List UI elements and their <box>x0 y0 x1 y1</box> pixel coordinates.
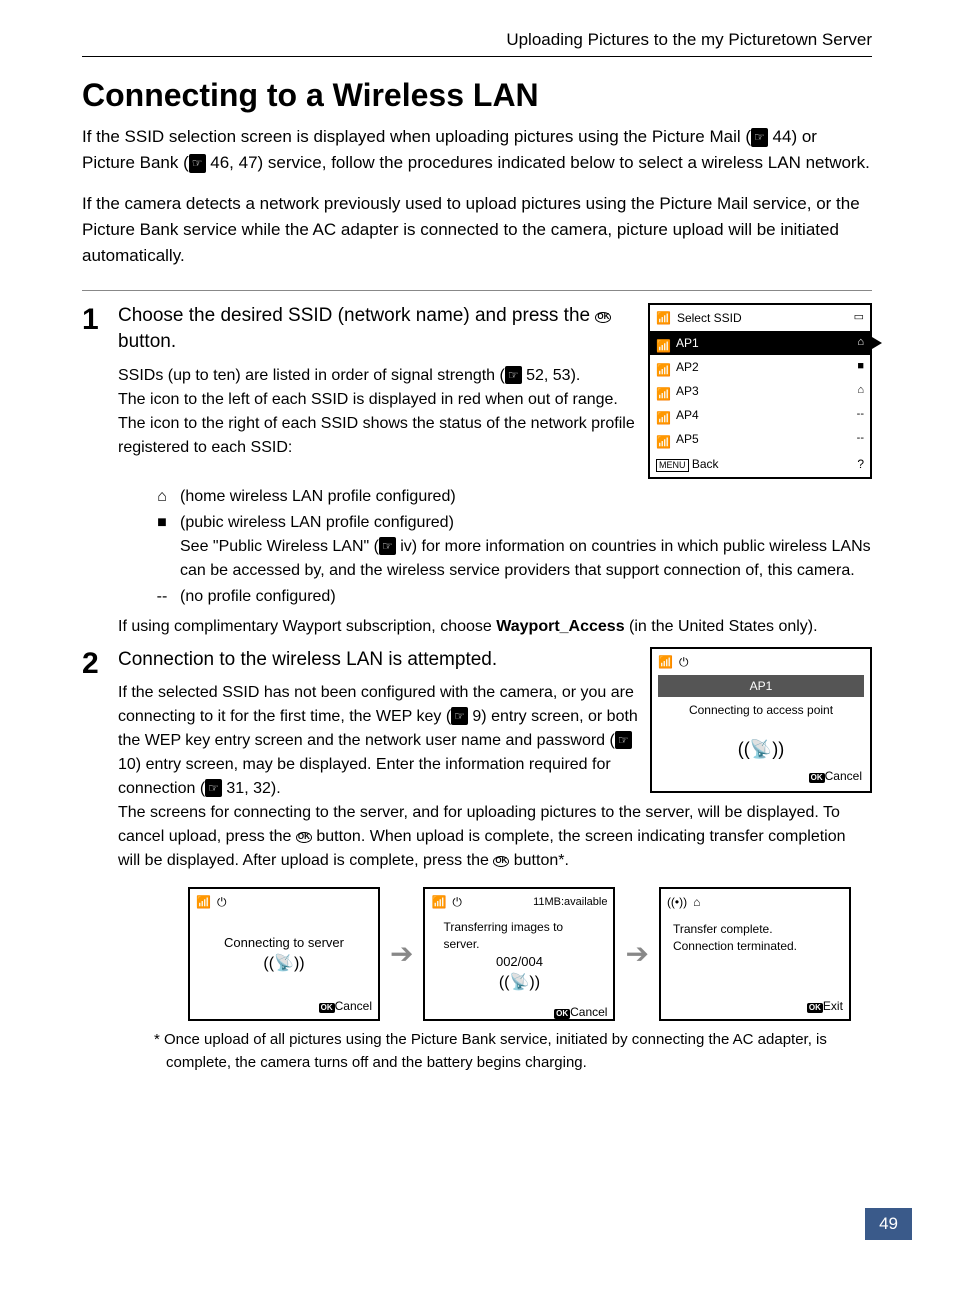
ssid-row: 📶 AP3 ⌂ <box>650 379 870 403</box>
signal-icon: 📶 <box>196 893 211 911</box>
ssid-name: AP1 <box>676 334 699 352</box>
ssid-row-selected: 📶 AP1 ⌂ <box>650 331 870 355</box>
transfer-message: Transferring images to server. <box>431 919 607 951</box>
wayport-ssid: Wayport_Access <box>496 618 624 635</box>
ok-button-icon: OK <box>807 1003 823 1013</box>
profile-icon-list: ⌂ (home wireless LAN profile configured)… <box>152 485 872 609</box>
complete-message-1: Transfer complete. <box>673 921 837 937</box>
signal-icon: 📶 <box>656 385 670 397</box>
section-header: Uploading Pictures to the my Picturetown… <box>82 30 872 50</box>
available-space: 11MB:available <box>533 894 607 911</box>
ap-label: AP1 <box>658 675 864 697</box>
select-ssid-screen: 📶 Select SSID ▭ 📶 AP1 ⌂ 📶 AP2 ■ <box>648 303 872 479</box>
battery-icon: ▭ <box>854 309 864 326</box>
wifi-icon: ((•)) <box>667 893 687 911</box>
wifi-antenna-icon: ((📡)) <box>196 952 372 980</box>
ok-button-icon: OK <box>595 312 611 323</box>
footnote: * Once upload of all pictures using the … <box>154 1029 872 1074</box>
complete-message-2: Connection terminated. <box>673 938 837 954</box>
menu-button-icon: MENU <box>656 459 689 472</box>
connecting-text: Connecting to access point <box>652 701 870 719</box>
signal-icon: 📶 <box>656 433 670 445</box>
list-item-text: (home wireless LAN profile configured) <box>180 485 872 509</box>
arrow-right-icon: ➔ <box>390 933 413 975</box>
back-label: Back <box>692 457 719 471</box>
step-note: If using complimentary Wayport subscript… <box>118 615 872 639</box>
ssid-row: 📶 AP2 ■ <box>650 355 870 379</box>
cancel-label: Cancel <box>570 1005 607 1019</box>
help-icon: ? <box>857 455 864 473</box>
connecting-server-screen: 📶 ⏻ Connecting to server ((📡)) OKCancel <box>188 887 380 1021</box>
separator <box>82 290 872 291</box>
ref-icon: ☞ <box>379 537 396 555</box>
power-icon: ⏻ <box>452 893 462 911</box>
ref-icon: ☞ <box>615 731 632 749</box>
step-number: 2 <box>82 647 118 1075</box>
signal-icon: 📶 <box>656 409 670 421</box>
step-2: 2 📶 ⏻ AP1 Connecting to access point ((📡… <box>82 647 872 1075</box>
complete-screen: ((•)) ⌂ Transfer complete. Connection ter… <box>659 887 851 1021</box>
ssid-name: AP3 <box>676 382 699 400</box>
ssid-name: AP5 <box>676 430 699 448</box>
header-rule <box>82 56 872 57</box>
wifi-antenna-icon: ((📡)) <box>652 736 870 767</box>
ok-button-icon: OK <box>296 832 312 843</box>
step-text: The screens for connecting to the server… <box>118 801 872 873</box>
ssid-name: AP4 <box>676 406 699 424</box>
ok-button-icon: OK <box>493 856 509 867</box>
ssid-row: 📶 AP5 -- <box>650 427 870 451</box>
signal-icon: 📶 <box>656 337 670 349</box>
ssid-row: 📶 AP4 -- <box>650 403 870 427</box>
intro-paragraph-1: If the SSID selection screen is displaye… <box>82 124 872 177</box>
wifi-icon: 📶 <box>656 309 671 327</box>
page-title: Connecting to a Wireless LAN <box>82 77 872 114</box>
ref-icon: ☞ <box>205 779 222 797</box>
ssid-status-icon: -- <box>857 430 864 447</box>
list-item-detail: See "Public Wireless LAN" (☞ iv) for mor… <box>180 535 872 583</box>
screen-message: Connecting to server <box>196 933 372 953</box>
ref-icon: ☞ <box>751 128 768 147</box>
transferring-screen: 📶 ⏻ 11MB:available Transferring images to … <box>423 887 615 1021</box>
transfer-count: 002/004 <box>431 952 607 972</box>
ssid-status-icon: ■ <box>857 358 864 375</box>
connecting-screen: 📶 ⏻ AP1 Connecting to access point ((📡))… <box>650 647 872 793</box>
ssid-status-icon: ⌂ <box>857 382 864 399</box>
ok-button-icon: OK <box>319 1003 335 1013</box>
cancel-label: Cancel <box>825 769 862 783</box>
page-number: 49 <box>865 1208 912 1240</box>
intro-paragraph-2: If the camera detects a network previous… <box>82 191 872 270</box>
ssid-status-icon: -- <box>857 406 864 423</box>
step-number: 1 <box>82 303 118 639</box>
wifi-antenna-icon: ((📡)) <box>431 971 607 999</box>
ref-icon: ☞ <box>189 154 206 173</box>
ssid-name: AP2 <box>676 358 699 376</box>
cancel-label: Cancel <box>335 999 372 1013</box>
power-icon: ⏻ <box>679 653 689 671</box>
signal-icon: 📶 <box>656 361 670 373</box>
ref-icon: ☞ <box>505 366 522 384</box>
ssid-status-icon: ⌂ <box>857 334 864 351</box>
signal-icon: 📶 <box>658 653 673 671</box>
power-icon: ⏻ <box>217 893 227 911</box>
signal-icon: 📶 <box>431 893 446 911</box>
ok-button-icon: OK <box>809 773 825 783</box>
home-icon: ⌂ <box>693 893 700 911</box>
list-item-text: (no profile configured) <box>180 585 872 609</box>
arrow-right-icon: ➔ <box>625 933 648 975</box>
ref-icon: ☞ <box>451 707 468 725</box>
upload-screens-row: 📶⏻ Connecting to server ((📡)) OKCancel ➔… <box>188 887 872 1021</box>
screen-title: Select SSID <box>677 309 742 327</box>
public-icon: ■ <box>152 511 172 583</box>
none-icon: -- <box>152 585 172 609</box>
step-1: 1 📶 Select SSID ▭ 📶 AP1 ⌂ 📶 <box>82 303 872 639</box>
ok-button-icon: OK <box>554 1009 570 1019</box>
exit-label: Exit <box>823 999 843 1013</box>
list-item-text: (pubic wireless LAN profile configured) <box>180 511 872 535</box>
home-icon: ⌂ <box>152 485 172 509</box>
